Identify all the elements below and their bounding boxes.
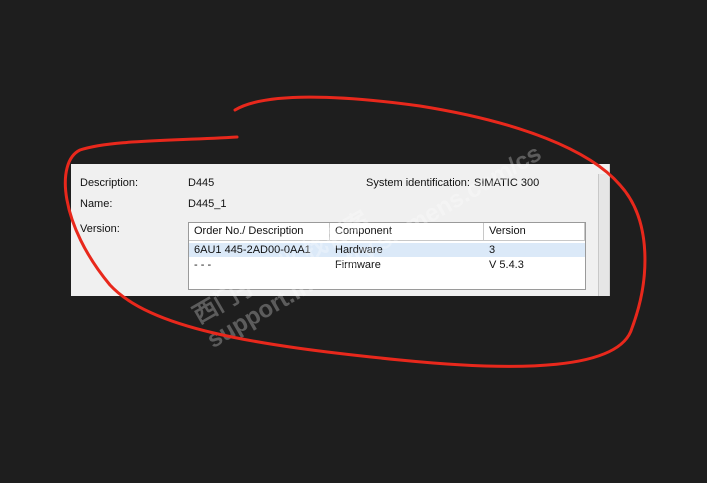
red-freehand-annotation [63,95,647,368]
